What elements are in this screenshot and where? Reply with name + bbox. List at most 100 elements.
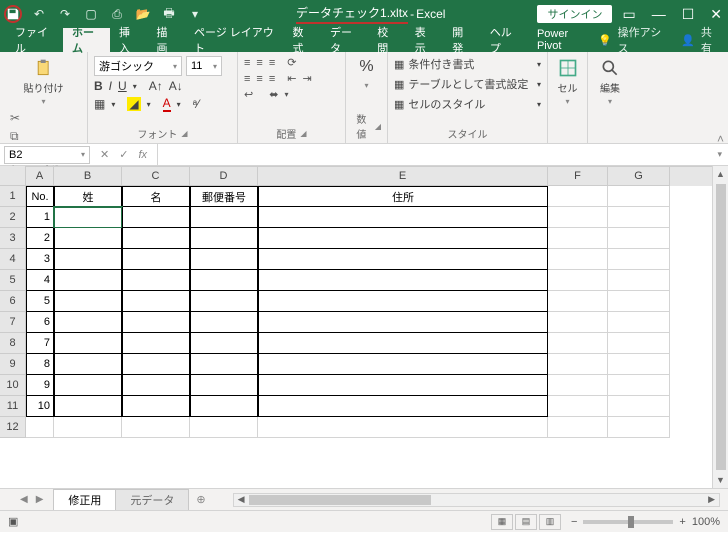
cell-E1[interactable]: 住所: [258, 186, 548, 207]
cell-E8[interactable]: [258, 333, 548, 354]
cells-button[interactable]: セル ▾: [554, 56, 582, 108]
cell-D12[interactable]: [190, 417, 258, 438]
row-header-4[interactable]: 4: [0, 249, 26, 270]
collapse-ribbon-icon[interactable]: ˄: [717, 132, 724, 146]
ribbon-tab-数式[interactable]: 数式: [283, 28, 321, 52]
sheet-tab[interactable]: 元データ: [115, 489, 189, 510]
cut-icon[interactable]: ✂: [10, 111, 81, 125]
qa-dropdown-icon[interactable]: ▾: [186, 5, 204, 23]
row-header-6[interactable]: 6: [0, 291, 26, 312]
cell-E3[interactable]: [258, 228, 548, 249]
editing-button[interactable]: 編集 ▾: [596, 56, 624, 108]
cell-E12[interactable]: [258, 417, 548, 438]
ribbon-tab-データ[interactable]: データ: [321, 28, 368, 52]
paste-button[interactable]: 貼り付け ▾: [6, 56, 81, 108]
cell-A7[interactable]: 6: [26, 312, 54, 333]
ribbon-tab-校閲[interactable]: 校閲: [368, 28, 406, 52]
dialog-launcher-icon[interactable]: ◢: [181, 129, 187, 138]
zoom-slider[interactable]: [583, 520, 673, 524]
align-bottom-icon[interactable]: ≡: [269, 57, 275, 69]
cell-D11[interactable]: [190, 396, 258, 417]
ribbon-tab-描画[interactable]: 描画: [147, 28, 185, 52]
cell-D7[interactable]: [190, 312, 258, 333]
scroll-down-icon[interactable]: ▼: [716, 472, 725, 488]
row-header-9[interactable]: 9: [0, 354, 26, 375]
cell-D3[interactable]: [190, 228, 258, 249]
cancel-formula-icon[interactable]: ✕: [100, 148, 109, 161]
cell-D8[interactable]: [190, 333, 258, 354]
column-header-B[interactable]: B: [54, 167, 122, 186]
borders-icon[interactable]: ▦: [94, 97, 105, 111]
align-right-icon[interactable]: ≡: [269, 73, 275, 85]
formula-bar[interactable]: [157, 144, 711, 165]
cell-E4[interactable]: [258, 249, 548, 270]
cell-D10[interactable]: [190, 375, 258, 396]
cell-A11[interactable]: 10: [26, 396, 54, 417]
orientation-icon[interactable]: ⟳: [287, 56, 296, 69]
dialog-launcher-icon[interactable]: ◢: [375, 122, 381, 131]
cell-A5[interactable]: 4: [26, 270, 54, 291]
cell-B9[interactable]: [54, 354, 122, 375]
cell-G5[interactable]: [608, 270, 670, 291]
cell-G4[interactable]: [608, 249, 670, 270]
cell-F10[interactable]: [548, 375, 608, 396]
save-icon[interactable]: [6, 5, 20, 23]
cell-E9[interactable]: [258, 354, 548, 375]
macro-record-icon[interactable]: ▣: [8, 515, 18, 528]
align-top-icon[interactable]: ≡: [244, 57, 250, 69]
cell-C9[interactable]: [122, 354, 190, 375]
column-header-C[interactable]: C: [122, 167, 190, 186]
enter-formula-icon[interactable]: ✓: [119, 148, 128, 161]
cell-D4[interactable]: [190, 249, 258, 270]
cell-G10[interactable]: [608, 375, 670, 396]
cell-C6[interactable]: [122, 291, 190, 312]
cell-E10[interactable]: [258, 375, 548, 396]
cells-area[interactable]: No.姓名郵便番号住所12345678910: [26, 186, 712, 488]
italic-button[interactable]: I: [109, 79, 112, 93]
cell-B8[interactable]: [54, 333, 122, 354]
scroll-thumb[interactable]: [249, 495, 431, 505]
zoom-in-button[interactable]: +: [679, 516, 685, 528]
qa-open-icon[interactable]: 📂: [134, 5, 152, 23]
cell-D9[interactable]: [190, 354, 258, 375]
cell-A4[interactable]: 3: [26, 249, 54, 270]
decrease-font-icon[interactable]: A↓: [169, 79, 183, 93]
cell-B3[interactable]: [54, 228, 122, 249]
row-header-3[interactable]: 3: [0, 228, 26, 249]
underline-button[interactable]: U: [118, 79, 127, 93]
cell-C3[interactable]: [122, 228, 190, 249]
column-header-D[interactable]: D: [190, 167, 258, 186]
scroll-right-icon[interactable]: ▶: [704, 494, 719, 505]
dialog-launcher-icon[interactable]: ◢: [300, 129, 306, 138]
cell-B6[interactable]: [54, 291, 122, 312]
qa-print-icon[interactable]: 🖶: [160, 5, 178, 23]
cell-E7[interactable]: [258, 312, 548, 333]
merge-center-icon[interactable]: ⬌: [269, 88, 278, 101]
align-left-icon[interactable]: ≡: [244, 73, 250, 85]
font-size-select[interactable]: 11▾: [186, 56, 222, 76]
cell-A2[interactable]: 1: [26, 207, 54, 228]
cell-G11[interactable]: [608, 396, 670, 417]
cell-C1[interactable]: 名: [122, 186, 190, 207]
cell-F4[interactable]: [548, 249, 608, 270]
cell-G12[interactable]: [608, 417, 670, 438]
cell-E6[interactable]: [258, 291, 548, 312]
ribbon-display-icon[interactable]: ▭: [622, 6, 635, 23]
cell-G1[interactable]: [608, 186, 670, 207]
cell-C2[interactable]: [122, 207, 190, 228]
row-header-12[interactable]: 12: [0, 417, 26, 438]
row-header-5[interactable]: 5: [0, 270, 26, 291]
phonetic-icon[interactable]: ᵃ⁄: [193, 97, 199, 111]
vertical-scrollbar[interactable]: ▲ ▼: [712, 166, 728, 488]
ribbon-tab-挿入[interactable]: 挿入: [110, 28, 148, 52]
cell-B1[interactable]: 姓: [54, 186, 122, 207]
scroll-left-icon[interactable]: ◀: [234, 494, 249, 505]
font-color-icon[interactable]: A: [163, 96, 171, 112]
cell-G7[interactable]: [608, 312, 670, 333]
cell-B2[interactable]: [54, 207, 122, 228]
row-header-2[interactable]: 2: [0, 207, 26, 228]
cell-E2[interactable]: [258, 207, 548, 228]
cell-D5[interactable]: [190, 270, 258, 291]
cell-A8[interactable]: 7: [26, 333, 54, 354]
column-header-F[interactable]: F: [548, 167, 608, 186]
